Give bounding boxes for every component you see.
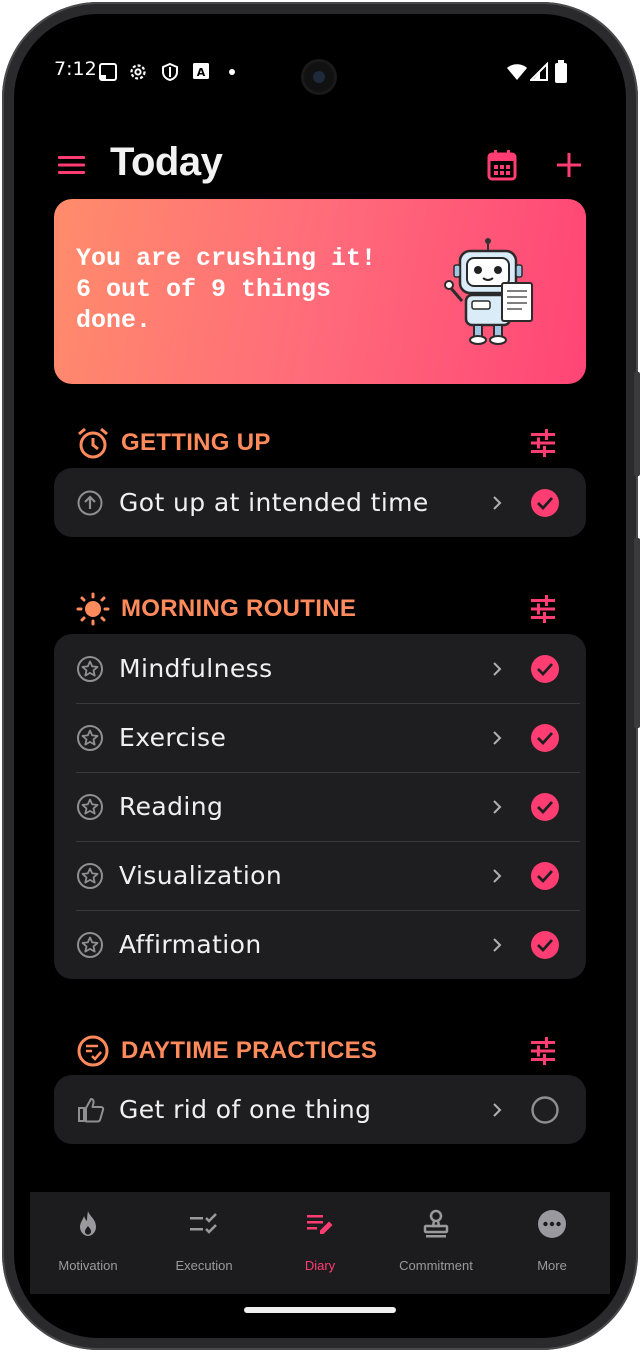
- chevron-right-icon: [493, 1103, 502, 1117]
- list-item[interactable]: Affirmation: [54, 910, 586, 979]
- star-circle-icon: [77, 656, 103, 682]
- section-title: MORNING ROUTINE: [121, 595, 357, 622]
- menu-icon[interactable]: [54, 150, 90, 180]
- volume-button: [634, 372, 640, 476]
- section-title: DAYTIME PRACTICES: [121, 1037, 378, 1064]
- nav-diary[interactable]: Diary: [262, 1192, 378, 1294]
- nav-label: Commitment: [399, 1258, 473, 1273]
- section-card-getting-up: Got up at intended time: [54, 468, 586, 537]
- item-label: Affirmation: [119, 930, 262, 959]
- nav-commitment[interactable]: Commitment: [378, 1192, 494, 1294]
- alarm-clock-icon: [78, 427, 108, 459]
- checked-circle-icon[interactable]: [530, 792, 560, 822]
- robot-mascot-icon: [444, 238, 533, 345]
- item-label: Visualization: [119, 861, 283, 890]
- list-item[interactable]: Get rid of one thing: [54, 1075, 586, 1144]
- checked-circle-icon[interactable]: [530, 488, 560, 518]
- item-label: Mindfulness: [119, 654, 273, 683]
- nav-label: Diary: [304, 1258, 336, 1273]
- checked-circle-icon[interactable]: [530, 654, 560, 684]
- add-icon[interactable]: [554, 150, 584, 180]
- checked-circle-icon[interactable]: [530, 723, 560, 753]
- tune-settings-icon[interactable]: [528, 428, 558, 458]
- tune-settings-icon[interactable]: [528, 594, 558, 624]
- item-label: Reading: [119, 792, 224, 821]
- shield-icon: [162, 62, 178, 82]
- list-item[interactable]: Reading: [54, 772, 586, 841]
- status-time: 7:12: [54, 58, 97, 80]
- translate-icon: A: [193, 63, 209, 79]
- svg-text:A: A: [197, 66, 206, 79]
- chevron-right-icon: [493, 800, 502, 814]
- sun-icon: [76, 592, 110, 626]
- chevron-right-icon: [493, 496, 502, 510]
- star-circle-icon: [77, 725, 103, 751]
- section-header-daytime-practices: DAYTIME PRACTICES: [54, 1028, 586, 1072]
- star-circle-icon: [77, 932, 103, 958]
- power-button: [634, 538, 640, 728]
- chevron-right-icon: [493, 662, 502, 676]
- checklist-icon: [190, 1213, 217, 1234]
- stamp-icon: [423, 1209, 449, 1238]
- nav-label: Execution: [175, 1258, 233, 1273]
- thumbs-up-icon: [78, 1098, 105, 1123]
- unchecked-circle-icon[interactable]: [530, 1095, 560, 1125]
- section-title: GETTING UP: [121, 429, 271, 456]
- list-item[interactable]: Got up at intended time: [54, 468, 586, 537]
- notification-dot-icon: [229, 69, 235, 75]
- checked-circle-icon[interactable]: [530, 861, 560, 891]
- nav-label: Motivation: [58, 1258, 118, 1273]
- chevron-right-icon: [493, 938, 502, 952]
- home-indicator[interactable]: [244, 1307, 396, 1313]
- chevron-right-icon: [493, 731, 502, 745]
- item-label: Get rid of one thing: [119, 1095, 372, 1124]
- nav-label: More: [537, 1258, 567, 1273]
- screen: 7:12 A Today You are crushing it! 6 out …: [14, 14, 626, 1338]
- bottom-navigation: Motivation Execution Diary Commitment Mo…: [30, 1192, 610, 1294]
- checked-circle-icon[interactable]: [530, 930, 560, 960]
- section-header-morning-routine: MORNING ROUTINE: [54, 586, 586, 630]
- settings-icon: [130, 64, 146, 80]
- phone-frame: 7:12 A Today You are crushing it! 6 out …: [2, 2, 640, 1350]
- flame-icon: [80, 1211, 96, 1236]
- item-label: Exercise: [119, 723, 227, 752]
- battery-icon: [555, 60, 567, 83]
- edit-notes-icon: [307, 1215, 333, 1234]
- nav-execution[interactable]: Execution: [146, 1192, 262, 1294]
- tune-settings-icon[interactable]: [528, 1036, 558, 1066]
- banner-message: You are crushing it! 6 out of 9 things d…: [76, 244, 377, 335]
- more-horizontal-icon: [538, 1210, 566, 1238]
- list-item[interactable]: Exercise: [54, 703, 586, 772]
- app-header: Today: [14, 136, 626, 196]
- calendar-icon[interactable]: [486, 148, 518, 182]
- nav-more[interactable]: More: [494, 1192, 610, 1294]
- arrow-up-circle-icon: [77, 490, 103, 516]
- list-item[interactable]: Mindfulness: [54, 634, 586, 703]
- screenshot-icon: [99, 63, 117, 81]
- section-card-daytime-practices: Get rid of one thing: [54, 1075, 586, 1144]
- page-title: Today: [110, 140, 223, 184]
- item-label: Got up at intended time: [119, 488, 429, 517]
- wifi-icon: [507, 64, 527, 80]
- star-circle-icon: [77, 794, 103, 820]
- chevron-right-icon: [493, 869, 502, 883]
- nav-motivation[interactable]: Motivation: [30, 1192, 146, 1294]
- section-header-getting-up: GETTING UP: [54, 420, 586, 464]
- star-circle-icon: [77, 863, 103, 889]
- task-checklist-icon: [77, 1035, 109, 1067]
- cellular-signal-icon: [530, 62, 548, 81]
- section-card-morning-routine: Mindfulness Exercise Reading Visualizati…: [54, 634, 586, 979]
- front-camera: [304, 62, 334, 92]
- motivation-banner: You are crushing it! 6 out of 9 things d…: [54, 199, 586, 384]
- list-item[interactable]: Visualization: [54, 841, 586, 910]
